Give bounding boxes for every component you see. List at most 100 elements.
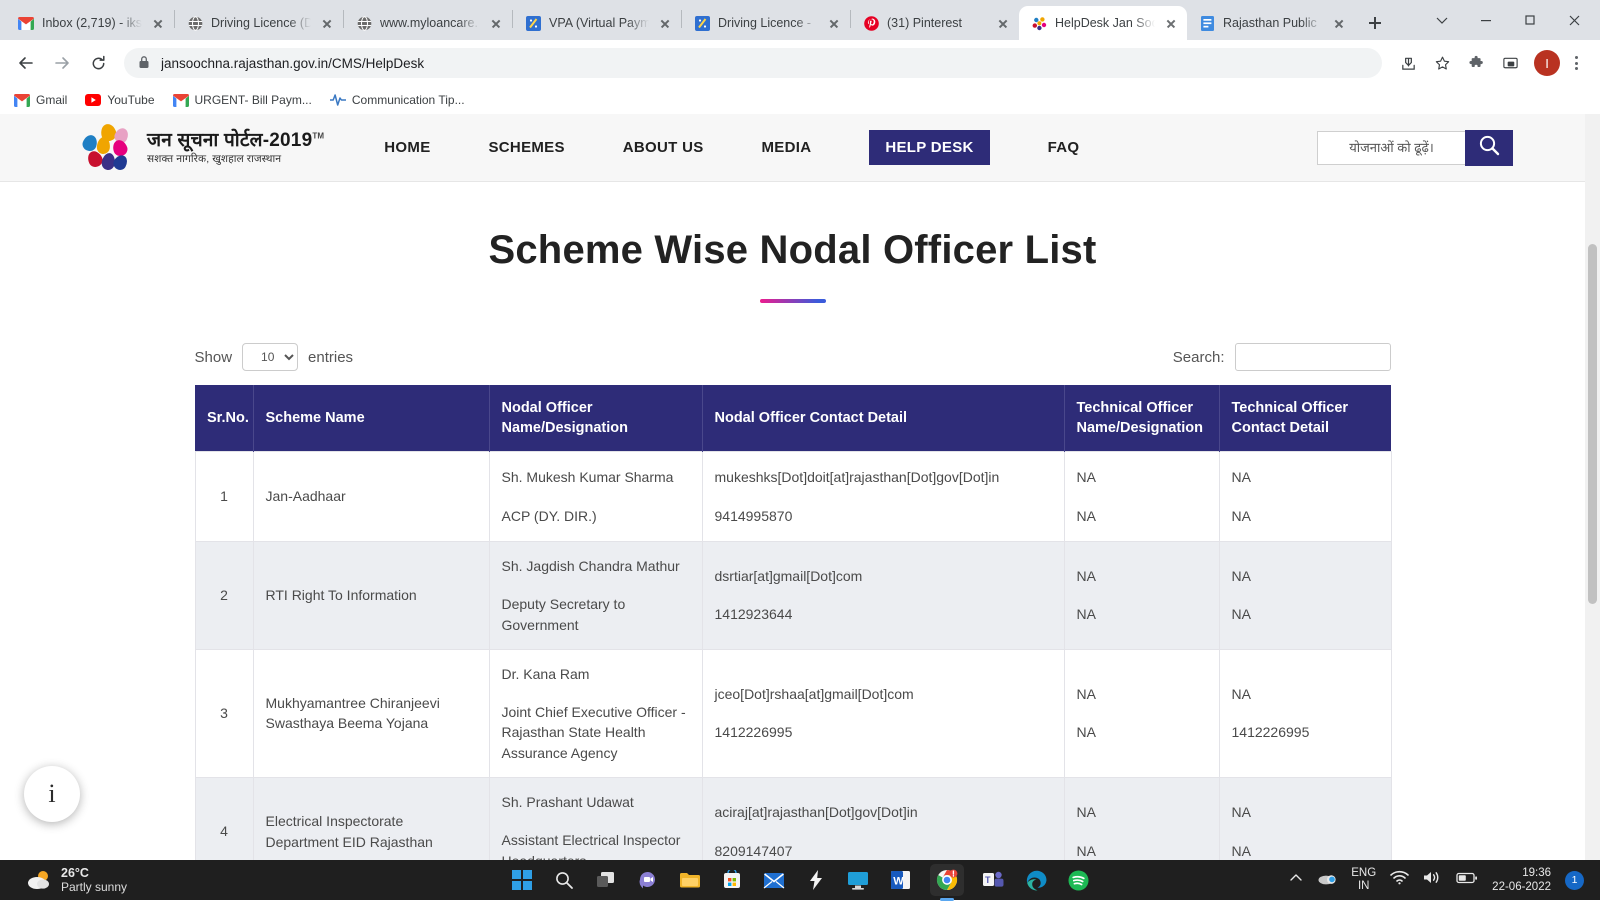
chat-icon[interactable] [636, 868, 660, 892]
bookmark-star-icon[interactable] [1426, 47, 1458, 79]
word-icon[interactable]: W [888, 868, 912, 892]
volume-icon[interactable] [1423, 870, 1442, 890]
cell-scheme-name: Jan-Aadhaar [252, 451, 490, 542]
browser-tab[interactable]: VPA (Virtual Paym [513, 6, 681, 40]
maximize-button[interactable] [1508, 4, 1552, 36]
page-title: Scheme Wise Nodal Officer List [488, 228, 1097, 272]
tab-close-icon[interactable] [995, 15, 1011, 31]
scheme-search-input[interactable] [1317, 130, 1465, 165]
lightning-icon[interactable] [804, 868, 828, 892]
browser-tab[interactable]: Rajasthan Public [1187, 6, 1355, 40]
table-header-cell[interactable]: Nodal Officer Name/Designation [489, 385, 703, 452]
browser-tab[interactable]: www.myloancare. [344, 6, 512, 40]
notification-badge[interactable]: 1 [1565, 870, 1584, 890]
browser-tab[interactable]: Inbox (2,719) - iks [6, 6, 174, 40]
nav-item-media[interactable]: MEDIA [762, 131, 812, 164]
accessibility-info-button[interactable]: i [24, 766, 80, 822]
cell-technical-contact: NA NA [1218, 451, 1392, 542]
cell-technical-officer: NA NA [1063, 541, 1220, 650]
cell-nodal-officer: Sh. Prashant Udawat Assistant Electrical … [488, 777, 703, 860]
wifi-icon[interactable] [1390, 870, 1409, 890]
battery-icon[interactable] [1456, 871, 1478, 889]
nodal-officer-table: Sr.No. Scheme Name Nodal Officer Name/Desi… [194, 385, 1392, 860]
tab-close-icon[interactable] [488, 15, 504, 31]
edge-icon[interactable] [1024, 868, 1048, 892]
browser-tab[interactable]: HelpDesk Jan Soo [1019, 6, 1187, 40]
tab-close-icon[interactable] [657, 15, 673, 31]
start-icon[interactable] [510, 868, 534, 892]
tab-close-icon[interactable] [826, 15, 842, 31]
table-header-cell[interactable]: Nodal Officer Contact Detail [702, 385, 1065, 452]
tab-close-icon[interactable] [1331, 15, 1347, 31]
nav-item-about-us[interactable]: ABOUT US [623, 131, 704, 164]
technical-officer-designation: NA [1076, 842, 1096, 859]
table-header-cell[interactable]: Sr.No. [195, 385, 254, 452]
language-indicator[interactable]: ENG IN [1351, 867, 1376, 893]
nav-item-home[interactable]: HOME [384, 131, 430, 164]
table-header-cell[interactable]: Scheme Name [253, 385, 490, 452]
tab-close-icon[interactable] [1163, 15, 1179, 31]
table-header-cell[interactable]: Technical Officer Contact Detail [1219, 385, 1391, 452]
extensions-icon[interactable] [1460, 47, 1492, 79]
file-explorer-icon[interactable] [678, 868, 702, 892]
taskbar-weather[interactable]: 26°C Partly sunny [26, 866, 127, 895]
tab-search-chevron-icon[interactable] [1420, 4, 1464, 36]
nav-item-help-desk[interactable]: HELP DESK [869, 130, 990, 165]
site-logo[interactable]: जन सूचना पोर्टल-2019TM सशक्त नागरिक, खुश… [80, 121, 324, 173]
mail-icon[interactable] [762, 868, 786, 892]
profile-avatar[interactable]: I [1534, 50, 1560, 76]
nav-item-schemes[interactable]: SCHEMES [489, 131, 565, 164]
cast-icon[interactable] [1494, 47, 1526, 79]
tab-title: HelpDesk Jan Soo [1055, 16, 1155, 30]
microsoft-store-icon[interactable] [720, 868, 744, 892]
search-icon [1477, 133, 1501, 162]
browser-tab[interactable]: (31) Pinterest [851, 6, 1019, 40]
nodal-officer-name: Sh. Mukesh Kumar Sharma [501, 469, 674, 486]
table-header-cell[interactable]: Technical Officer Name/Designation [1064, 385, 1220, 452]
bookmark-label: URGENT- Bill Paym... [194, 93, 312, 107]
chrome-icon[interactable] [930, 864, 964, 901]
table-search-control: Search: [1173, 343, 1391, 371]
cell-nodal-contact: mukeshks[Dot]doit[at]rajasthan[Dot]gov[D… [701, 451, 1065, 542]
task-view-icon[interactable] [594, 868, 618, 892]
bookmark-item[interactable]: Gmail [14, 92, 67, 108]
minimize-button[interactable] [1464, 4, 1508, 36]
close-button[interactable] [1552, 4, 1596, 36]
technical-officer-name: NA [1076, 568, 1096, 585]
tab-close-icon[interactable] [150, 15, 166, 31]
table-search-input[interactable] [1234, 343, 1391, 371]
new-tab-button[interactable] [1361, 9, 1389, 37]
entries-select[interactable]: 102550100 [242, 343, 299, 371]
tab-close-icon[interactable] [319, 15, 335, 31]
toolbar-icons: I [1392, 47, 1590, 79]
remote-desktop-icon[interactable] [846, 868, 870, 892]
nodal-officer-phone: 8209147407 [714, 842, 793, 859]
technical-officer-email: NA [1231, 686, 1251, 703]
bookmark-item[interactable]: URGENT- Bill Paym... [172, 92, 312, 108]
window-controls [1420, 0, 1600, 40]
nav-item-faq[interactable]: FAQ [1048, 131, 1080, 164]
bookmark-item[interactable]: Communication Tip... [329, 92, 465, 108]
browser-tab[interactable]: Driving Licence (D [175, 6, 343, 40]
search-button[interactable] [1465, 129, 1513, 166]
globe-icon [187, 15, 203, 31]
bookmark-item[interactable]: YouTube [85, 92, 155, 108]
chrome-menu-button[interactable] [1562, 47, 1590, 79]
share-icon[interactable] [1392, 47, 1424, 79]
page-scrollbar-thumb[interactable] [1588, 244, 1597, 604]
address-bar[interactable]: jansoochna.rajasthan.gov.in/CMS/HelpDesk [124, 48, 1382, 78]
cell-sr-no: 4 [194, 777, 254, 860]
clock[interactable]: 19:36 22-06-2022 [1492, 866, 1551, 895]
teams-icon[interactable]: T [982, 868, 1006, 892]
page-scrollbar[interactable] [1585, 114, 1600, 860]
table-header-row: Sr.No. Scheme Name Nodal Officer Name/Desi… [195, 385, 1391, 452]
forward-button[interactable] [46, 47, 78, 79]
tray-chevron-up-icon[interactable] [1289, 871, 1303, 890]
browser-tab[interactable]: Driving Licence - [682, 6, 850, 40]
spotify-icon[interactable] [1066, 868, 1090, 892]
reload-button[interactable] [82, 47, 114, 79]
search-icon[interactable] [552, 868, 576, 892]
onedrive-icon[interactable] [1317, 871, 1337, 890]
nodal-officer-table-section: Show 102550100 entries Search: [194, 343, 1392, 860]
back-button[interactable] [10, 47, 42, 79]
